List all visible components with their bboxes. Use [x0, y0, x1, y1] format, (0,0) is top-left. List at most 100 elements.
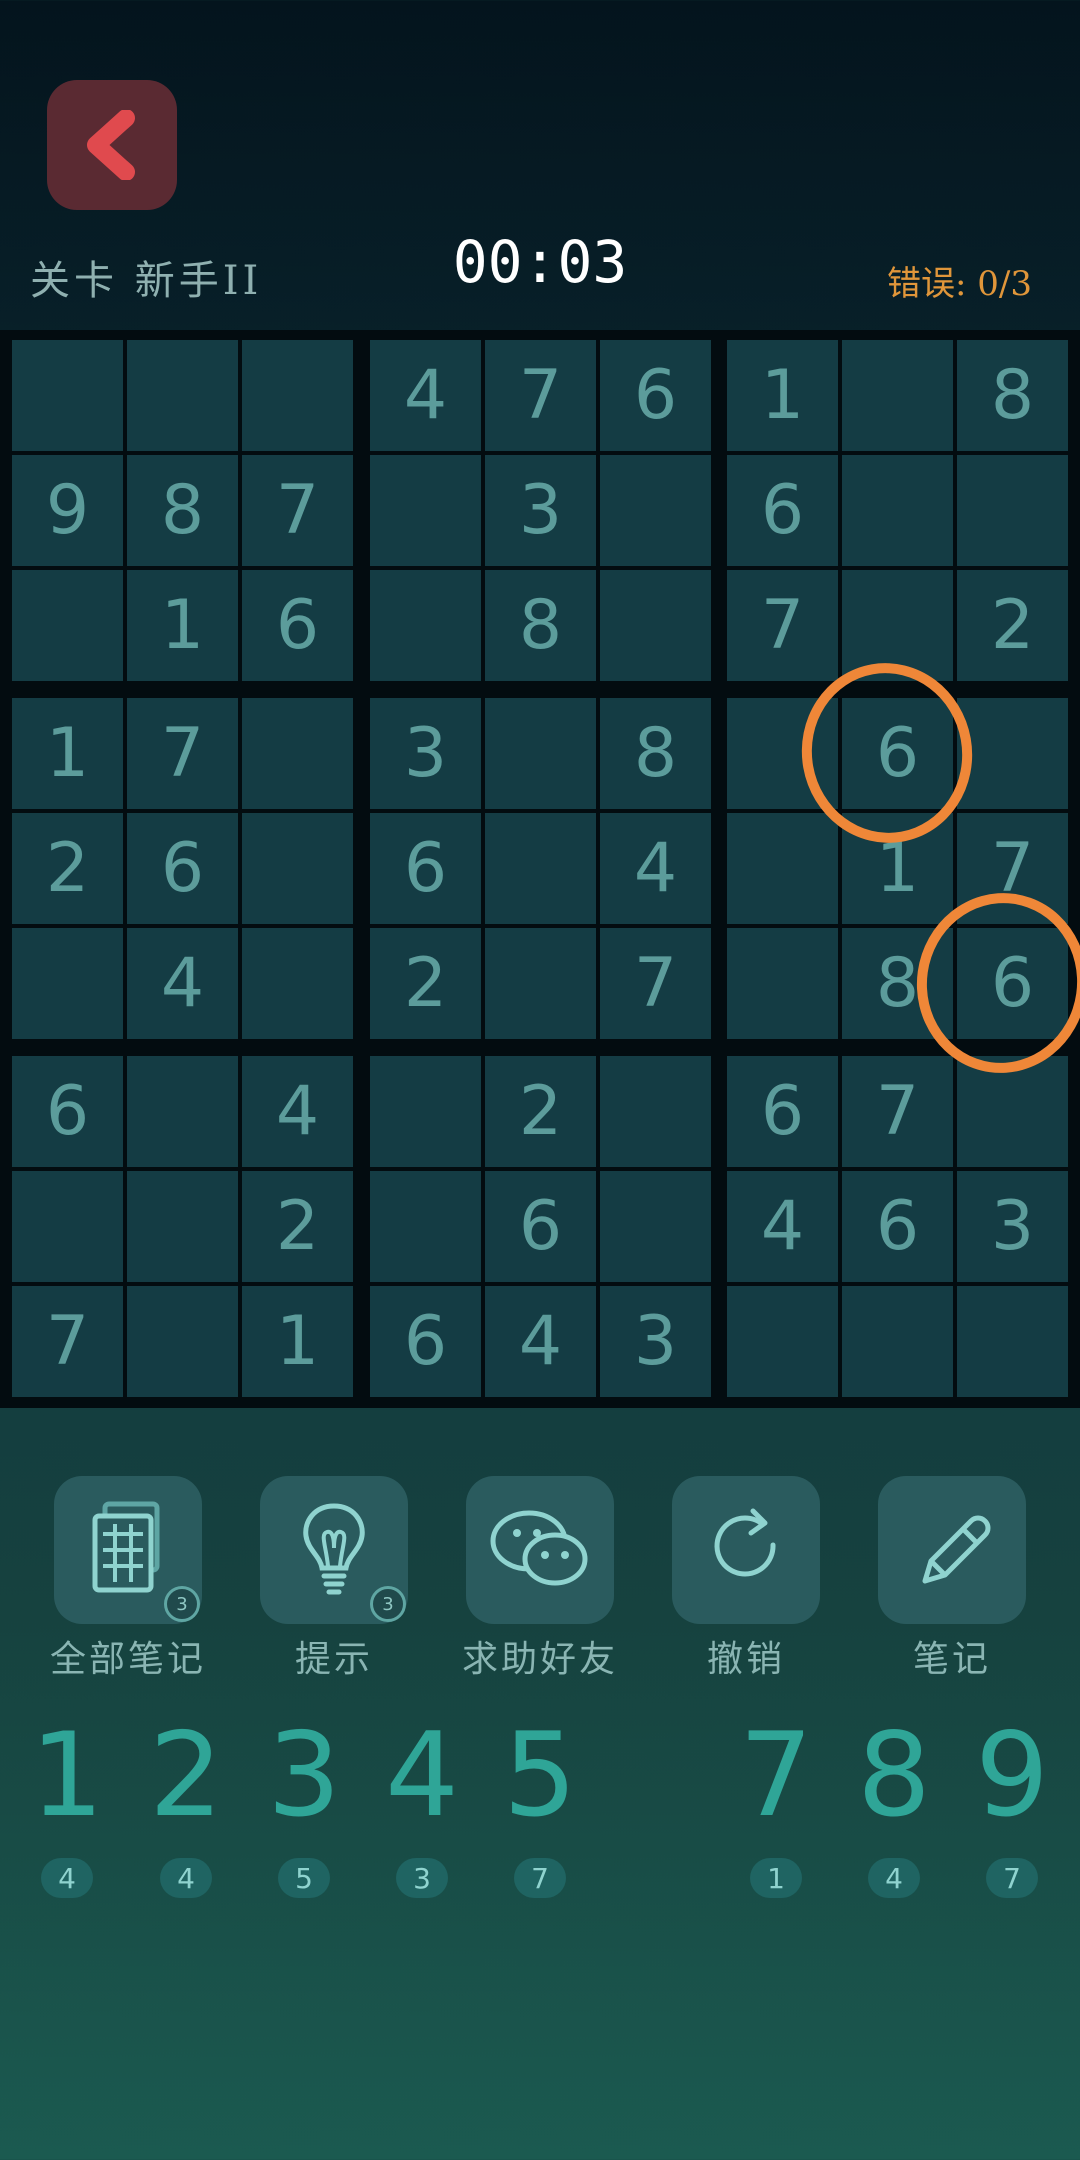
numpad-digit-1[interactable]: 1 — [12, 1708, 122, 1844]
sudoku-cell[interactable] — [127, 1171, 238, 1282]
sudoku-cell[interactable]: 8 — [485, 570, 596, 681]
sudoku-cell[interactable]: 4 — [370, 340, 481, 451]
sudoku-cell[interactable] — [12, 1171, 123, 1282]
sudoku-cell[interactable]: 3 — [957, 1171, 1068, 1282]
sudoku-cell[interactable] — [842, 1286, 953, 1397]
sudoku-cell[interactable]: 6 — [842, 698, 953, 809]
sudoku-cell[interactable] — [370, 455, 481, 566]
sudoku-cell[interactable] — [600, 455, 711, 566]
numpad-digit-3[interactable]: 3 — [249, 1708, 359, 1844]
error-counter: 错误: 0/3 — [887, 264, 1032, 304]
sudoku-cell[interactable] — [842, 340, 953, 451]
sudoku-cell[interactable]: 3 — [485, 455, 596, 566]
sudoku-cell[interactable]: 7 — [600, 928, 711, 1039]
sudoku-cell[interactable]: 3 — [370, 698, 481, 809]
sudoku-cell[interactable]: 8 — [957, 340, 1068, 451]
sudoku-cell[interactable] — [12, 570, 123, 681]
sudoku-cell[interactable] — [957, 1056, 1068, 1167]
sudoku-cell[interactable] — [842, 455, 953, 566]
sudoku-cell[interactable] — [12, 340, 123, 451]
sudoku-cell[interactable] — [485, 928, 596, 1039]
sudoku-cell[interactable] — [600, 570, 711, 681]
sudoku-cell[interactable] — [957, 1286, 1068, 1397]
sudoku-cell[interactable]: 6 — [485, 1171, 596, 1282]
numpad-digit-8[interactable]: 8 — [839, 1708, 949, 1844]
sudoku-cell[interactable]: 6 — [12, 1056, 123, 1167]
sudoku-cell[interactable]: 7 — [242, 455, 353, 566]
numpad-digit-9[interactable]: 9 — [957, 1708, 1067, 1844]
sudoku-cell[interactable] — [127, 1286, 238, 1397]
sudoku-cell[interactable] — [600, 1171, 711, 1282]
sudoku-cell[interactable] — [727, 698, 838, 809]
tool-lightbulb-button[interactable]: 3 — [260, 1476, 408, 1624]
sudoku-cell[interactable]: 1 — [727, 340, 838, 451]
chevron-left-icon — [87, 110, 135, 180]
sudoku-cell[interactable] — [242, 340, 353, 451]
numpad-digit-4[interactable]: 4 — [367, 1708, 477, 1844]
sudoku-cell[interactable]: 2 — [12, 813, 123, 924]
sudoku-cell[interactable] — [600, 1056, 711, 1167]
sudoku-cell[interactable] — [242, 813, 353, 924]
tool-wechat-button[interactable] — [466, 1476, 614, 1624]
sudoku-cell[interactable]: 1 — [12, 698, 123, 809]
numpad-digit-7[interactable]: 7 — [721, 1708, 831, 1844]
sudoku-cell[interactable]: 2 — [957, 570, 1068, 681]
sudoku-cell[interactable]: 8 — [600, 698, 711, 809]
sudoku-cell[interactable]: 6 — [842, 1171, 953, 1282]
sudoku-cell[interactable] — [242, 928, 353, 1039]
remaining-count-badge: 7 — [986, 1858, 1038, 1898]
sudoku-cell[interactable]: 3 — [600, 1286, 711, 1397]
sudoku-cell[interactable]: 6 — [727, 455, 838, 566]
sudoku-cell[interactable] — [727, 1286, 838, 1397]
sudoku-cell[interactable]: 7 — [485, 340, 596, 451]
sudoku-cell[interactable] — [12, 928, 123, 1039]
sudoku-cell[interactable]: 1 — [242, 1286, 353, 1397]
sudoku-cell[interactable]: 8 — [842, 928, 953, 1039]
sudoku-cell[interactable] — [485, 698, 596, 809]
sudoku-cell[interactable]: 6 — [370, 813, 481, 924]
tool-pencil-button[interactable] — [878, 1476, 1026, 1624]
sudoku-cell[interactable]: 6 — [600, 340, 711, 451]
sudoku-cell[interactable] — [370, 1056, 481, 1167]
sudoku-cell[interactable]: 8 — [127, 455, 238, 566]
sudoku-cell[interactable]: 1 — [842, 813, 953, 924]
sudoku-cell[interactable]: 2 — [370, 928, 481, 1039]
tool-label: 全部笔记 — [49, 1639, 206, 1680]
sudoku-cell[interactable] — [370, 1171, 481, 1282]
sudoku-cell[interactable]: 4 — [727, 1171, 838, 1282]
sudoku-cell[interactable]: 7 — [957, 813, 1068, 924]
sudoku-cell[interactable]: 7 — [127, 698, 238, 809]
remaining-count-badge: 5 — [278, 1858, 330, 1898]
sudoku-cell[interactable]: 6 — [727, 1056, 838, 1167]
sudoku-cell[interactable]: 2 — [242, 1171, 353, 1282]
tool-notes-grid-button[interactable]: 3 — [54, 1476, 202, 1624]
sudoku-cell[interactable]: 6 — [127, 813, 238, 924]
sudoku-cell[interactable] — [727, 928, 838, 1039]
numpad-digit-5[interactable]: 5 — [485, 1708, 595, 1844]
sudoku-cell[interactable] — [957, 455, 1068, 566]
back-button[interactable] — [47, 80, 177, 210]
sudoku-cell[interactable]: 6 — [242, 570, 353, 681]
sudoku-cell[interactable]: 7 — [727, 570, 838, 681]
sudoku-cell[interactable]: 7 — [12, 1286, 123, 1397]
sudoku-cell[interactable] — [370, 570, 481, 681]
sudoku-cell[interactable] — [242, 698, 353, 809]
sudoku-cell[interactable] — [485, 813, 596, 924]
sudoku-cell[interactable]: 4 — [127, 928, 238, 1039]
sudoku-cell[interactable]: 7 — [842, 1056, 953, 1167]
sudoku-cell[interactable] — [127, 340, 238, 451]
numpad-digit-2[interactable]: 2 — [131, 1708, 241, 1844]
sudoku-cell[interactable]: 6 — [957, 928, 1068, 1039]
sudoku-cell[interactable]: 2 — [485, 1056, 596, 1167]
sudoku-cell[interactable]: 4 — [600, 813, 711, 924]
sudoku-cell[interactable]: 1 — [127, 570, 238, 681]
sudoku-cell[interactable] — [727, 813, 838, 924]
sudoku-cell[interactable]: 9 — [12, 455, 123, 566]
sudoku-cell[interactable]: 4 — [242, 1056, 353, 1167]
sudoku-cell[interactable] — [127, 1056, 238, 1167]
sudoku-cell[interactable] — [957, 698, 1068, 809]
tool-undo-button[interactable] — [672, 1476, 820, 1624]
sudoku-cell[interactable]: 4 — [485, 1286, 596, 1397]
sudoku-cell[interactable]: 6 — [370, 1286, 481, 1397]
sudoku-cell[interactable] — [842, 570, 953, 681]
